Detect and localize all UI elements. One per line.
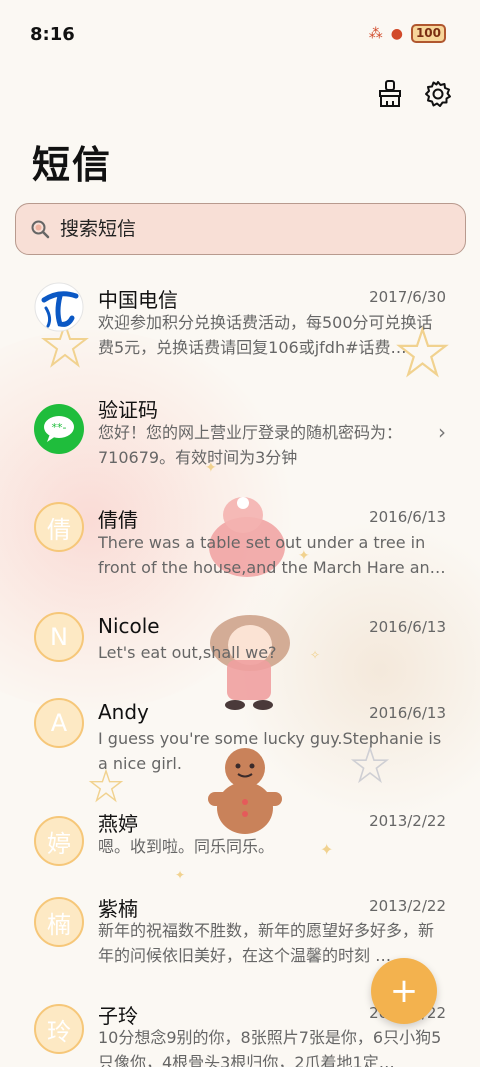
status-time: 8:16 — [30, 24, 75, 45]
new-message-button[interactable]: + — [371, 958, 437, 1024]
page-title: 短信 — [32, 143, 113, 187]
message-date: 2013/2/22 — [369, 812, 446, 830]
message-date: 2016/6/13 — [369, 618, 446, 636]
status-bar: 8:16 ⁂ ● 100 — [0, 0, 480, 68]
sender-name: Andy — [98, 700, 149, 724]
avatar: N — [34, 612, 84, 662]
status-icons: ⁂ ● 100 — [369, 24, 446, 43]
message-bubble-icon: **- — [44, 416, 74, 442]
brush-icon — [379, 80, 401, 107]
message-date: 2013/2/22 — [369, 897, 446, 915]
list-item[interactable]: N Nicole 2016/6/13 Let's eat out,shall w… — [0, 610, 480, 710]
message-preview: I guess you're some lucky guy.Stephanie … — [98, 729, 442, 773]
message-date: 2016/6/13 — [369, 704, 446, 722]
sender-name: 倩倩 — [98, 508, 138, 532]
gear-icon — [425, 81, 451, 107]
avatar: A — [34, 698, 84, 748]
message-preview: 欢迎参加积分兑换话费活动，每500分可兑换话费5元，兑换话费请回复106或jfd… — [98, 313, 433, 357]
list-item[interactable]: 中国电信 2017/6/30 欢迎参加积分兑换话费活动，每500分可兑换话费5元… — [0, 280, 480, 380]
search-icon — [31, 220, 50, 239]
avatar: 楠 — [34, 897, 84, 947]
list-item[interactable]: 婷 燕婷 2013/2/22 嗯。收到啦。同乐同乐。 — [0, 806, 480, 906]
avatar: 玲 — [34, 1004, 84, 1054]
message-preview: There was a table set out under a tree i… — [98, 533, 446, 577]
avatar — [34, 282, 84, 332]
svg-text:**-: **- — [52, 421, 67, 434]
list-item[interactable]: **- 验证码 › 您好！您的网上营业厅登录的随机密码为：710679。有效时间… — [0, 390, 480, 490]
search-input[interactable] — [60, 218, 440, 240]
sender-name: Nicole — [98, 614, 160, 638]
message-preview: 您好！您的网上营业厅登录的随机密码为：710679。有效时间为3分钟 — [98, 423, 403, 467]
list-item[interactable]: 倩 倩倩 2016/6/13 There was a table set out… — [0, 500, 480, 600]
message-date: 2016/6/13 — [369, 508, 446, 526]
china-telecom-logo-icon — [34, 282, 84, 332]
avatar: 婷 — [34, 816, 84, 866]
signal-icon: ⁂ — [368, 25, 383, 42]
message-preview: 嗯。收到啦。同乐同乐。 — [98, 837, 275, 856]
sender-name: 验证码 — [98, 398, 158, 422]
avatar: 倩 — [34, 502, 84, 552]
battery-indicator: 100 — [410, 24, 446, 43]
clean-brush-button[interactable] — [374, 78, 406, 110]
top-actions — [374, 78, 454, 110]
sender-name: 中国电信 — [98, 288, 178, 312]
wifi-icon: ● — [390, 25, 403, 42]
message-preview: Let's eat out,shall we? — [98, 643, 277, 662]
search-bar[interactable] — [15, 203, 466, 255]
message-date: 2017/6/30 — [369, 288, 446, 306]
list-item[interactable]: A Andy 2016/6/13 I guess you're some luc… — [0, 696, 480, 796]
message-preview: 10分想念9别的你，8张照片7张是你，6只小狗5只像你，4根骨头3根归你，2爪着… — [98, 1028, 442, 1067]
settings-button[interactable] — [422, 78, 454, 110]
sender-name: 燕婷 — [98, 812, 138, 836]
avatar: **- — [34, 404, 84, 454]
